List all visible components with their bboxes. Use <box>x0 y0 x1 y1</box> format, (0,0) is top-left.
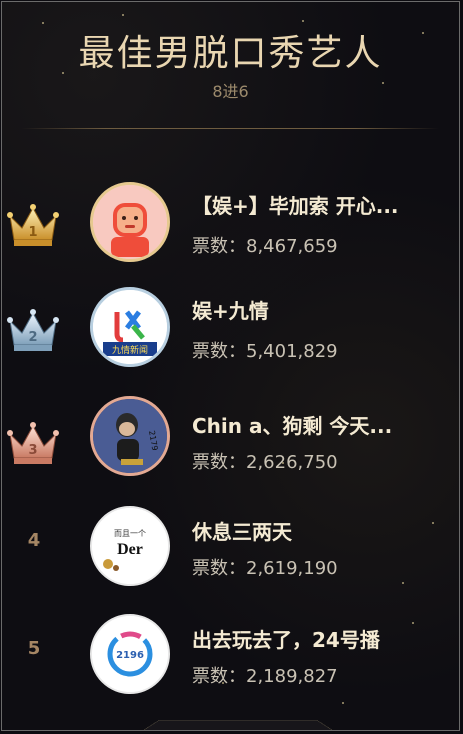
list-item[interactable]: 1 【娱+】毕加索 开心... 票数：8,467,659 <box>2 172 459 272</box>
entry-votes: 票数：2,626,750 <box>192 452 338 473</box>
list-item[interactable]: 2 九情新闻 娱+九情 票数：5,401,829 <box>2 277 459 377</box>
rank-number: 3 <box>28 443 37 458</box>
entry-votes: 票数：2,619,190 <box>192 558 338 579</box>
logo-avatar-icon: 2196 <box>92 616 168 692</box>
entry-name: Chin a、狗剩 今天... <box>192 414 393 438</box>
entry-votes: 票数：8,467,659 <box>192 236 338 257</box>
list-item[interactable]: 5 2196 出去玩去了，24号播 票数：2,189,827 <box>2 600 459 700</box>
page-title: 最佳男脱口秀艺人 <box>78 33 383 74</box>
cartoon-face-avatar-icon <box>93 185 167 259</box>
avatar[interactable]: 2179 <box>90 396 170 476</box>
gold-crown-icon: 1 <box>7 204 59 246</box>
load-more-tab[interactable] <box>143 719 333 730</box>
rank-number: 1 <box>28 225 37 240</box>
avatar[interactable]: 九情新闻 <box>90 287 170 367</box>
list-item[interactable]: 4 而且一个 Der 休息三两天 票数：2,619,190 <box>2 492 459 592</box>
avatar-small-text: 而且一个 <box>114 529 146 538</box>
bronze-crown-icon: 3 <box>7 422 59 464</box>
header-divider <box>22 128 439 129</box>
entry-name: 【娱+】毕加索 开心... <box>192 194 399 218</box>
leaderboard-panel: 最佳男脱口秀艺人 8进6 1 【娱+】毕加索 开心... 票数：8,467,65… <box>1 1 460 731</box>
avatar[interactable]: 而且一个 Der <box>90 506 170 586</box>
entry-votes: 票数：5,401,829 <box>192 341 338 362</box>
list-item[interactable]: 3 2179 Chin a、狗剩 今天... 票数：2,626,750 <box>2 382 459 482</box>
avatar[interactable]: 2196 <box>90 614 170 694</box>
entry-name: 娱+九情 <box>192 299 269 323</box>
rank-number: 5 <box>27 638 41 659</box>
silver-crown-icon: 2 <box>7 309 59 351</box>
entry-votes: 票数：2,189,827 <box>192 666 338 687</box>
avatar-logo-text: 九情新闻 <box>112 344 148 356</box>
entry-name: 出去玩去了，24号播 <box>192 628 380 652</box>
page-subtitle: 8进6 <box>212 82 249 101</box>
avatar[interactable] <box>90 182 170 262</box>
text-avatar-icon: 而且一个 Der <box>92 508 168 584</box>
yule-jiuqing-logo-avatar-icon: 九情新闻 <box>93 290 167 364</box>
rank-number: 4 <box>27 530 41 551</box>
rank-number: 2 <box>28 330 37 345</box>
character-avatar-icon: 2179 <box>93 399 167 473</box>
avatar-main-text: Der <box>117 541 143 558</box>
entry-name: 休息三两天 <box>192 520 292 544</box>
header: 最佳男脱口秀艺人 8进6 <box>2 2 459 132</box>
avatar-logo-text: 2196 <box>116 650 144 661</box>
